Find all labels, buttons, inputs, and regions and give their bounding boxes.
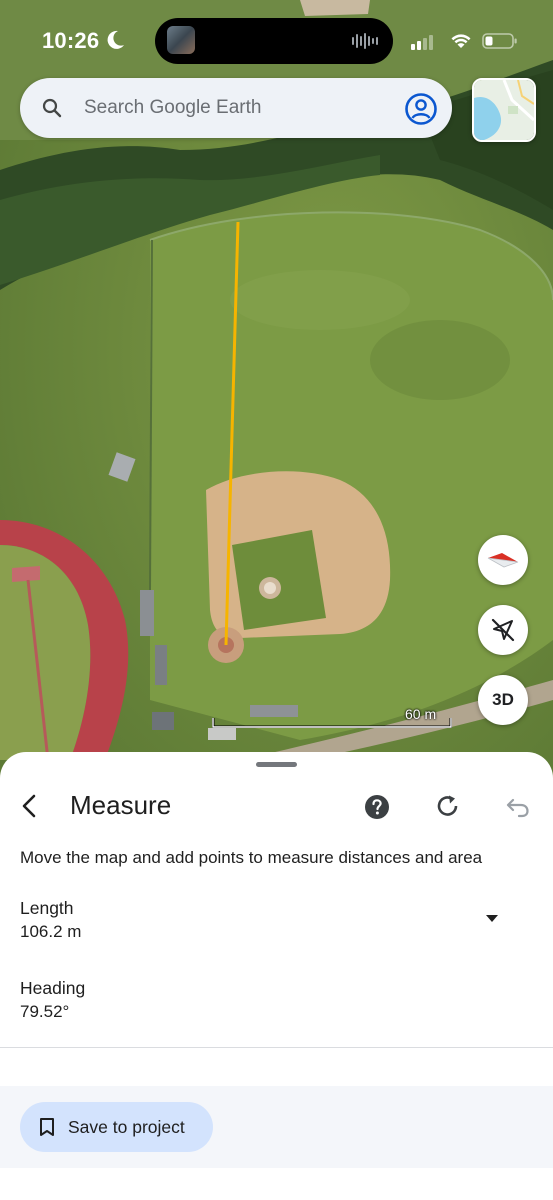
length-label: Length	[20, 898, 74, 918]
search-input[interactable]	[84, 93, 384, 123]
now-playing-thumbnail	[167, 26, 195, 54]
bookmark-icon	[40, 1118, 54, 1136]
moon-icon	[107, 30, 124, 49]
my-location-off-icon	[491, 618, 515, 642]
sheet-title: Measure	[70, 790, 172, 820]
search-bar[interactable]	[20, 78, 452, 138]
measure-instructions: Move the map and add points to measure d…	[20, 848, 483, 867]
scale-label: 60 m	[405, 706, 437, 722]
redo-icon[interactable]	[434, 793, 462, 821]
search-icon[interactable]	[40, 96, 64, 120]
section-divider	[0, 1047, 553, 1048]
sheet-drag-handle[interactable]	[256, 762, 297, 767]
status-time: 10:26	[42, 28, 100, 53]
my-location-button[interactable]	[478, 605, 528, 655]
audio-waveform-icon	[352, 33, 378, 49]
measure-sheet: Measure Move the map and add points to m…	[0, 752, 553, 1200]
save-to-project-label: Save to project	[68, 1117, 185, 1137]
length-value: 106.2 m	[20, 922, 82, 941]
map-thumbnail-icon	[474, 80, 534, 140]
wifi-icon	[451, 34, 471, 48]
cellular-signal-icon	[411, 35, 433, 50]
back-icon[interactable]	[16, 792, 44, 820]
compass-icon	[487, 553, 519, 568]
dropdown-icon[interactable]	[482, 910, 502, 926]
sheet-footer: Save to project	[0, 1086, 553, 1168]
account-icon[interactable]	[404, 92, 438, 126]
map-layers-button[interactable]	[472, 78, 536, 142]
battery-icon	[482, 33, 517, 49]
heading-label: Heading	[20, 978, 86, 998]
help-icon[interactable]	[364, 794, 390, 820]
save-to-project-button[interactable]: Save to project	[20, 1102, 213, 1152]
dynamic-island[interactable]	[155, 18, 393, 64]
3d-toggle-button[interactable]: 3D	[478, 675, 528, 725]
compass-button[interactable]	[478, 535, 528, 585]
undo-icon[interactable]	[505, 794, 531, 820]
heading-value: 79.52°	[20, 1002, 70, 1021]
